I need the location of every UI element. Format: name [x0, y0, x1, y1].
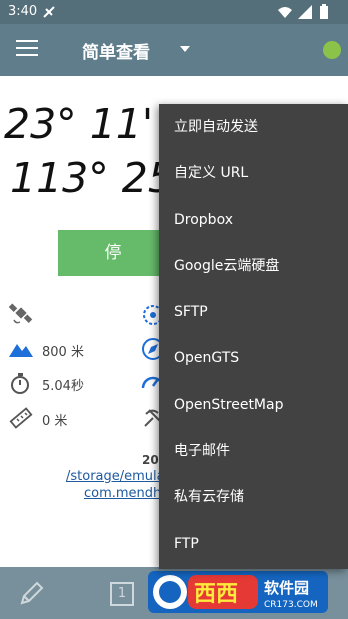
menu-item-sftp[interactable]: SFTP: [159, 289, 348, 335]
log-path-link[interactable]: /storage/emula: [66, 469, 159, 484]
altitude-stat: 800 米: [8, 336, 148, 362]
menu-item-auto-send[interactable]: 立即自动发送: [159, 104, 348, 150]
menu-item-google-drive[interactable]: Google云端硬盘: [159, 243, 348, 289]
system-icons: [278, 4, 328, 19]
watermark-subtitle: 软件园: [264, 579, 309, 597]
log-package-link[interactable]: com.mendha: [84, 486, 159, 501]
distance-stat: 0 米: [8, 405, 148, 431]
satellite-stat: [8, 300, 148, 326]
status-bar: 3:40: [0, 0, 348, 24]
watermark-text: 西西: [194, 582, 238, 607]
stop-logging-button[interactable]: 停: [58, 230, 168, 276]
log-date-label: 20: [142, 453, 159, 467]
duration-value: 5.04秒: [42, 379, 84, 394]
title-dropdown-icon[interactable]: [180, 46, 190, 52]
mountain-icon: [9, 344, 33, 357]
menu-item-ftp[interactable]: FTP: [159, 521, 348, 567]
stopwatch-icon: [11, 373, 29, 394]
menu-item-opengts[interactable]: OpenGTS: [159, 335, 348, 381]
menu-item-dropbox[interactable]: Dropbox: [159, 197, 348, 243]
altitude-value: 800 米: [42, 345, 84, 360]
watermark-logo: 西西 软件园 CR173.COM: [148, 571, 328, 613]
menu-item-openstreetmap[interactable]: OpenStreetMap: [159, 382, 348, 428]
distance-value: 0 米: [42, 414, 68, 429]
ruler-icon: [9, 407, 33, 429]
menu-item-custom-url[interactable]: 自定义 URL: [159, 150, 348, 196]
menu-item-email[interactable]: 电子邮件: [159, 428, 348, 474]
gps-status-indicator: [323, 41, 341, 59]
no-signal-icon: [43, 6, 55, 18]
menu-item-private-cloud[interactable]: 私有云存储: [159, 474, 348, 520]
pencil-icon[interactable]: [18, 579, 46, 607]
battery-icon: [320, 6, 328, 19]
watermark-url: CR173.COM: [264, 600, 318, 610]
satellite-icon: [8, 303, 33, 324]
cellular-icon: [298, 5, 312, 19]
app-title[interactable]: 简单查看: [82, 38, 150, 63]
wifi-icon: [278, 7, 292, 18]
app-bar: 简单查看: [0, 24, 348, 76]
hamburger-menu-icon[interactable]: [16, 40, 38, 60]
share-popup-menu: 立即自动发送 自定义 URL Dropbox Google云端硬盘 SFTP O…: [159, 104, 348, 569]
counter-badge[interactable]: 1: [110, 582, 134, 606]
duration-stat: 5.04秒: [8, 370, 148, 396]
status-time: 3:40: [8, 4, 38, 19]
